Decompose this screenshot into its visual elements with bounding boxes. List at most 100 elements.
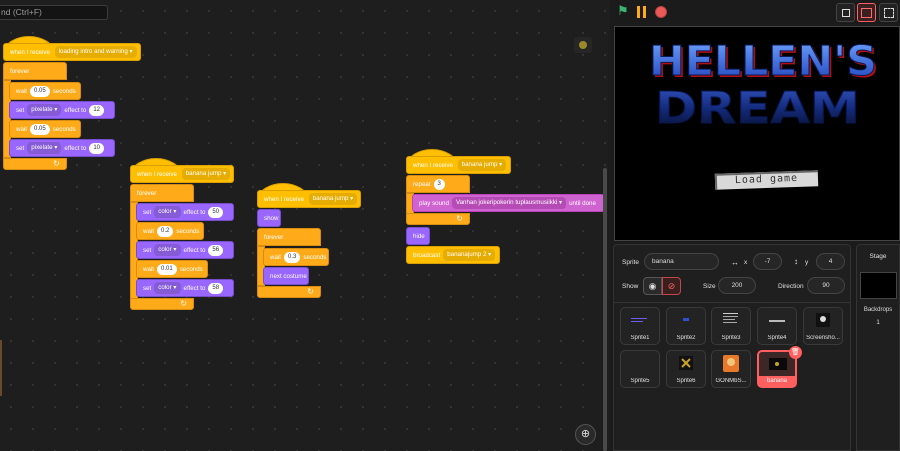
wait-value-input[interactable]: 0.3	[284, 251, 301, 263]
effect-value-input[interactable]: 56	[208, 244, 224, 256]
sprite-thumbnail	[679, 356, 693, 370]
wait-block[interactable]: wait 0.2 seconds	[136, 222, 204, 240]
effect-dropdown[interactable]: color ▾	[154, 244, 181, 257]
sprite-name: banana	[759, 376, 795, 386]
sprite-tile[interactable]: Sprite1	[620, 307, 660, 345]
wait-block[interactable]: wait 0.05 seconds	[9, 82, 81, 100]
wait-value-input[interactable]: 0.2	[157, 225, 174, 237]
broadcast-block[interactable]: broadcast bananajump 2 ▾	[406, 246, 500, 264]
play-sound-until-done-block[interactable]: play sound Vanhan jokeripokerin tuplausmu…	[412, 194, 605, 212]
sprite-tile[interactable]: Sprite5	[620, 350, 660, 388]
sprite-label: Sprite	[622, 259, 639, 266]
sprite-name: Sprite4	[767, 335, 787, 341]
sprite-name: Sprite5	[630, 378, 650, 384]
effect-value-input[interactable]: 10	[89, 142, 105, 154]
message-dropdown[interactable]: banana jump ▾	[457, 159, 507, 172]
message-dropdown[interactable]: loading intro and warning ▾	[54, 46, 137, 59]
sprite-tile[interactable]: GONMbS...	[711, 350, 751, 388]
green-flag-icon[interactable]: ⚑	[617, 4, 631, 18]
repeat-count-input[interactable]: 3	[433, 178, 445, 190]
stage[interactable]: HELLEN'S HELLEN'S DREAM Load game	[614, 26, 900, 241]
forever-block[interactable]: forever	[257, 228, 321, 246]
effect-value-input[interactable]: 50	[208, 206, 224, 218]
sprite-tile[interactable]: Screensho...	[803, 307, 843, 345]
backdrops-label: Backdrops	[863, 307, 893, 313]
hide-block[interactable]: hide	[406, 227, 430, 245]
wait-block[interactable]: wait 0.05 seconds	[9, 120, 81, 138]
sprite-thumbnail	[769, 358, 787, 370]
set-effect-block[interactable]: set color ▾ effect to 56	[136, 241, 234, 259]
sprite-tile-selected[interactable]: banana 🗑	[757, 346, 802, 388]
pause-icon[interactable]	[636, 6, 648, 18]
y-position-input[interactable]: 4	[816, 253, 845, 270]
sound-dropdown[interactable]: Vanhan jokeripokerin tuplausmusiikki ▾	[451, 197, 567, 210]
y-label: y	[805, 259, 809, 266]
wait-value-input[interactable]: 0.05	[30, 85, 50, 97]
code-area[interactable]: nd (Ctrl+F) when I receive loading intro…	[0, 0, 610, 451]
wait-block[interactable]: wait 0.01 seconds	[136, 260, 208, 278]
x-position-input[interactable]: -7	[753, 253, 782, 270]
when-i-receive-block[interactable]: when I receive loading intro and warning…	[3, 43, 141, 61]
hide-sprite-eye-icon[interactable]: ⊘	[662, 277, 681, 295]
wait-value-input[interactable]: 0.05	[30, 123, 50, 135]
when-i-receive-block[interactable]: when I receive banana jump ▾	[257, 190, 361, 208]
find-input[interactable]: nd (Ctrl+F)	[0, 5, 108, 20]
next-costume-block[interactable]: next costume	[263, 267, 309, 285]
repeat-block[interactable]: repeat 3	[406, 175, 470, 193]
set-effect-block[interactable]: set pixelate ▾ effect to 12	[9, 101, 115, 119]
delete-sprite-icon[interactable]: 🗑	[789, 346, 802, 359]
normal-stage-button[interactable]	[857, 3, 876, 22]
show-block[interactable]: show	[257, 209, 281, 227]
set-effect-block[interactable]: set color ▾ effect to 50	[136, 203, 234, 221]
block-label: when I receive	[10, 49, 50, 56]
zoom-reset-icon[interactable]: ⊕	[575, 424, 596, 445]
sprite-tile[interactable]: Sprite2	[666, 307, 706, 345]
effect-dropdown[interactable]: pixelate ▾	[27, 104, 62, 117]
message-dropdown[interactable]: banana jump ▾	[308, 193, 358, 206]
block-label: forever	[10, 68, 30, 75]
broadcast-dropdown[interactable]: bananajump 2 ▾	[443, 249, 496, 262]
size-input[interactable]: 200	[718, 277, 756, 294]
forever-block[interactable]: forever	[130, 184, 194, 202]
sprite-thumbnail	[816, 313, 830, 327]
sprite-name: GONMbS...	[715, 378, 747, 384]
x-arrow-icon: ↔	[731, 258, 739, 267]
wait-value-input[interactable]: 0.01	[157, 263, 177, 275]
scratch-editor: nd (Ctrl+F) when I receive loading intro…	[0, 0, 900, 451]
title-line-2: DREAM	[655, 83, 860, 134]
sprite-name: Sprite2	[676, 335, 696, 341]
sprite-tile[interactable]: Sprite4	[757, 307, 797, 345]
effect-value-input[interactable]: 12	[89, 104, 105, 116]
forever-block[interactable]: forever	[3, 62, 67, 80]
set-effect-block[interactable]: set color ▾ effect to 58	[136, 279, 234, 297]
effect-dropdown[interactable]: color ▾	[154, 206, 181, 219]
effect-dropdown[interactable]: pixelate ▾	[27, 142, 62, 155]
show-sprite-eye-icon[interactable]: ◉	[643, 277, 662, 295]
sprite-tile[interactable]: Sprite3	[711, 307, 751, 345]
sprite-name: Sprite3	[721, 335, 741, 341]
show-label: Show	[622, 283, 639, 290]
vertical-scrollbar[interactable]	[603, 168, 607, 451]
stop-icon[interactable]	[655, 6, 667, 18]
stage-thumbnail[interactable]	[860, 272, 897, 299]
sprite-name: Sprite1	[630, 335, 650, 341]
wait-block[interactable]: wait 0.3 seconds	[263, 248, 329, 266]
effect-value-input[interactable]: 58	[208, 282, 224, 294]
when-i-receive-block[interactable]: when I receive banana jump ▾	[406, 156, 511, 174]
stage-selector[interactable]: Stage Backdrops 1	[856, 244, 900, 451]
forever-end-arrow: ↻	[257, 286, 321, 298]
y-arrow-icon: ↕	[794, 257, 798, 266]
set-effect-block[interactable]: set pixelate ▾ effect to 10	[9, 139, 115, 157]
left-edge-strip	[0, 340, 2, 396]
small-stage-button[interactable]	[836, 3, 855, 22]
direction-input[interactable]: 90	[807, 277, 845, 294]
stage-title-art: HELLEN'S HELLEN'S DREAM	[649, 37, 880, 135]
sprite-name-input[interactable]: banana	[644, 253, 719, 270]
sprite-tile[interactable]: Sprite6	[666, 350, 706, 388]
repeat-end-arrow: ↻	[406, 213, 470, 225]
effect-dropdown[interactable]: color ▾	[154, 282, 181, 295]
stage-title: Stage	[869, 253, 887, 260]
message-dropdown[interactable]: banana jump ▾	[181, 168, 231, 181]
when-i-receive-block[interactable]: when I receive banana jump ▾	[130, 165, 234, 183]
fullscreen-button[interactable]	[879, 3, 898, 22]
